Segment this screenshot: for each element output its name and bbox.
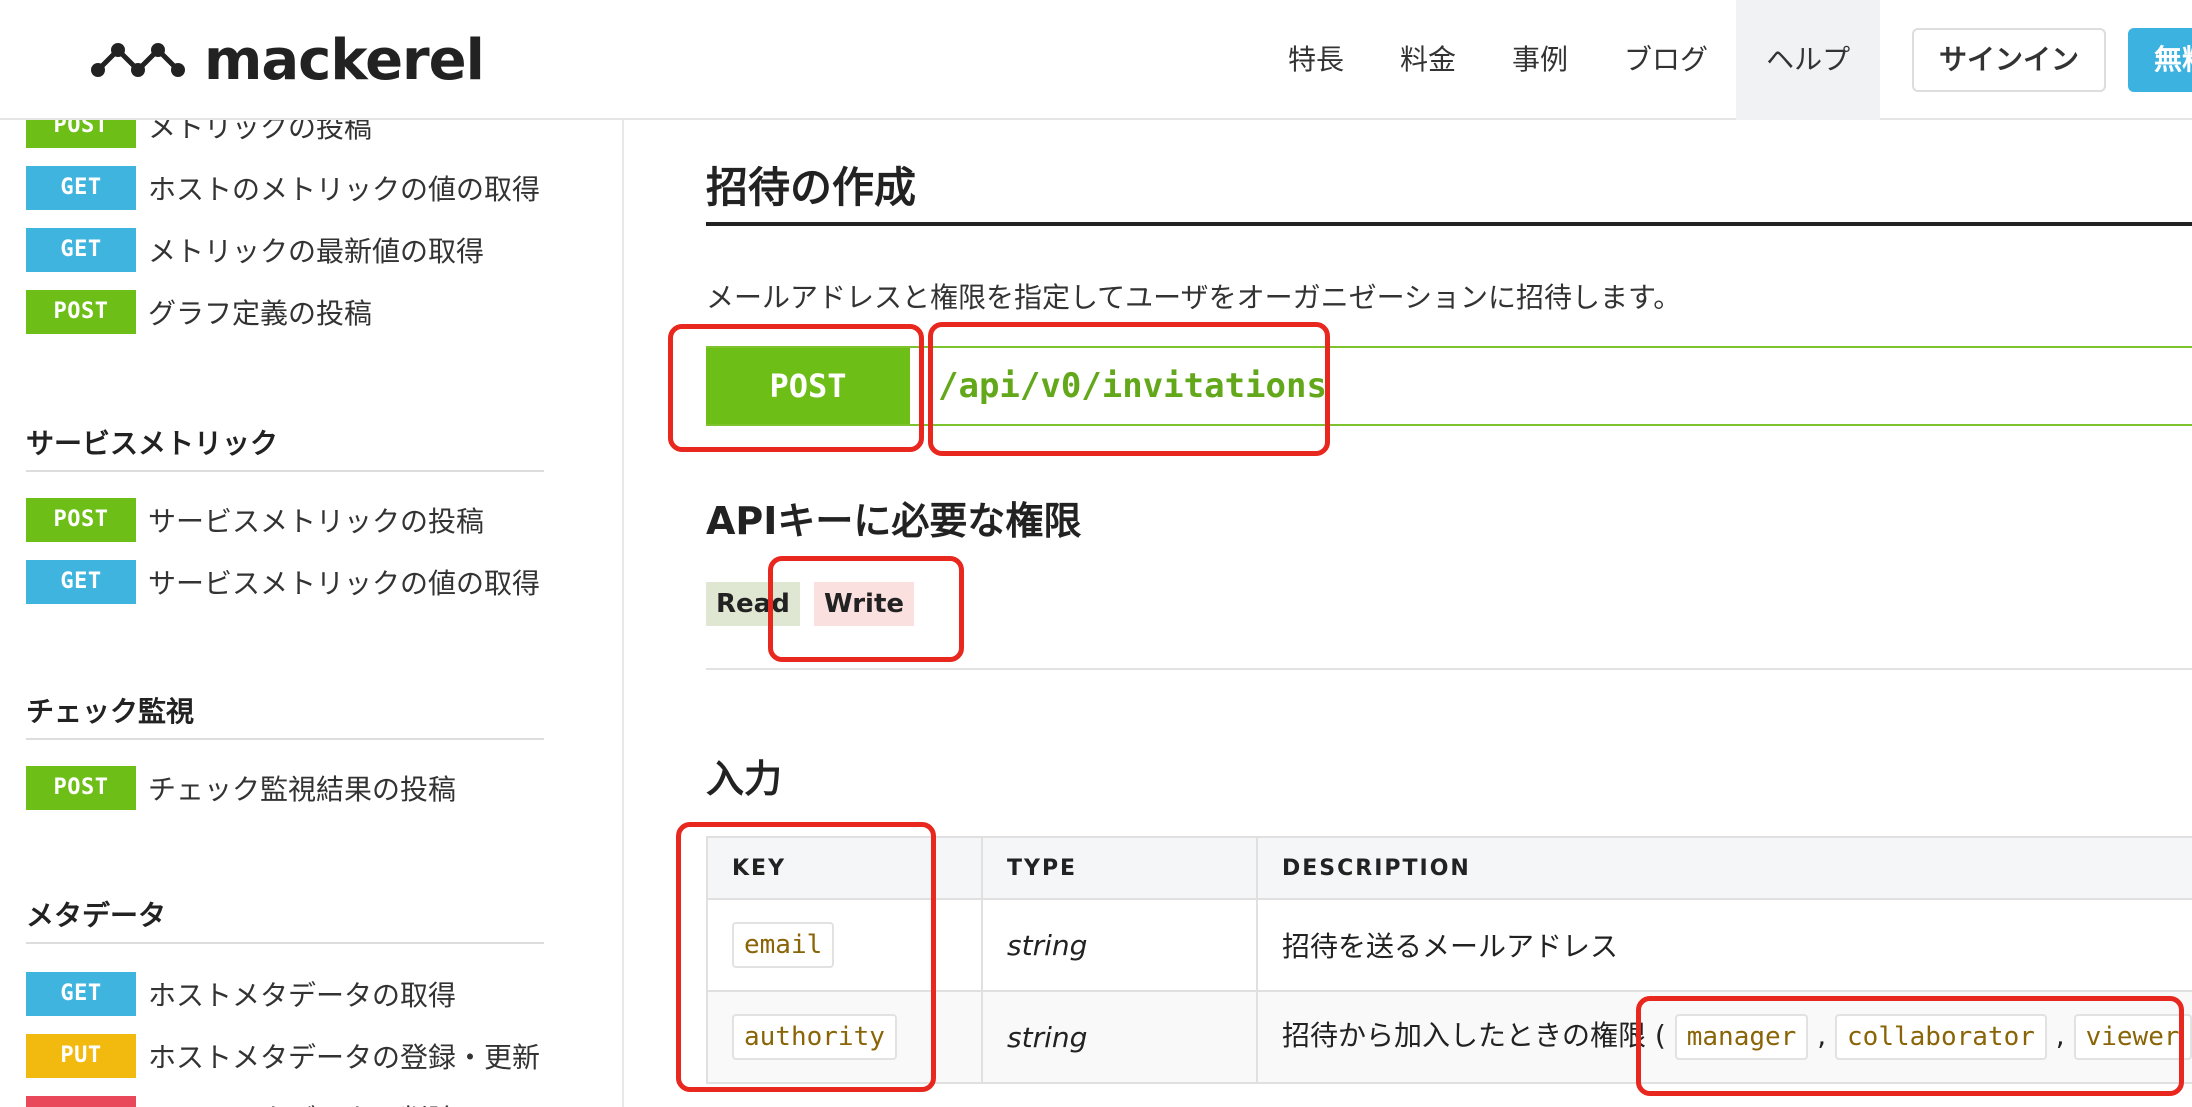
key-cell: authority <box>706 990 983 1084</box>
endpoint-path: /api/v0/invitations <box>938 366 1327 406</box>
table-row: email string 招待を送るメールアドレス <box>706 898 2192 992</box>
sidebar-item-get-latest-metrics[interactable]: GET メトリックの最新値の取得 <box>26 228 484 272</box>
sidebar-item-label: ホストメタデータの削除 <box>148 1098 456 1107</box>
input-table: KEY TYPE DESCRIPTION email string 招待を送るメ… <box>706 836 2192 1084</box>
key-code: authority <box>732 1014 897 1060</box>
sidebar-section-metadata: メタデータ <box>26 894 544 944</box>
nav-pricing[interactable]: 料金 <box>1372 0 1484 120</box>
input-heading: 入力 <box>706 757 783 801</box>
page-title: 招待の作成 <box>706 154 2192 226</box>
section-divider <box>706 668 2192 670</box>
key-code: email <box>732 922 835 968</box>
method-badge: POST <box>26 766 136 810</box>
sidebar-item-get-host-metadata[interactable]: GET ホストメタデータの取得 <box>26 972 456 1016</box>
column-header-type: TYPE <box>981 836 1258 900</box>
method-badge: PUT <box>26 1034 136 1078</box>
site-header: mackerel 特長 料金 事例 ブログ ヘルプ サインイン 無料 <box>0 0 2192 120</box>
signin-button[interactable]: サインイン <box>1912 28 2106 92</box>
column-header-description: DESCRIPTION <box>1256 836 2192 900</box>
table-header-row: KEY TYPE DESCRIPTION <box>706 836 2192 900</box>
signup-button[interactable]: 無料 <box>2128 28 2192 92</box>
logo-text: mackerel <box>204 27 485 93</box>
api-sidebar: POST メトリックの投稿 GET ホストのメトリックの値の取得 GET メトリ… <box>0 120 624 1107</box>
description-cell: 招待から加入したときの権限 ( manager , collaborator ,… <box>1256 990 2192 1084</box>
sidebar-item-label: メトリックの投稿 <box>148 120 373 144</box>
nav-help[interactable]: ヘルプ <box>1736 0 1881 120</box>
sidebar-item-label: ホストメタデータの登録・更新 <box>148 1041 541 1074</box>
sidebar-section-service-metrics: サービスメトリック <box>26 422 544 472</box>
sidebar-item-post-graph-defs[interactable]: POST グラフ定義の投稿 <box>26 290 372 334</box>
table-row: authority string 招待から加入したときの権限 ( manager… <box>706 990 2192 1084</box>
mackerel-logo-icon <box>91 43 185 77</box>
sidebar-item-get-service-metrics[interactable]: GET サービスメトリックの値の取得 <box>26 560 540 604</box>
type-cell: string <box>981 898 1258 992</box>
nav-blog[interactable]: ブログ <box>1596 0 1736 120</box>
sidebar-item-put-host-metadata[interactable]: PUT ホストメタデータの登録・更新 <box>26 1034 540 1078</box>
sidebar-item-label: ホストのメトリックの値の取得 <box>148 173 541 206</box>
paren-open: ( <box>1646 1019 1675 1052</box>
main-content: 招待の作成 メールアドレスと権限を指定してユーザをオーガニゼーションに招待します… <box>624 120 2192 1107</box>
method-badge: POST <box>26 120 136 148</box>
method-badge: GET <box>26 166 136 210</box>
sidebar-item-delete-host-metadata[interactable]: DELETE ホストメタデータの削除 <box>26 1096 456 1107</box>
permission-read-badge: Read <box>706 582 800 626</box>
comma-separator: , <box>1808 1019 1836 1052</box>
sidebar-item-label: チェック監視結果の投稿 <box>148 773 457 806</box>
method-badge: DELETE <box>26 1096 136 1107</box>
nav-cases[interactable]: 事例 <box>1484 0 1596 120</box>
sidebar-item-post-metrics[interactable]: POST メトリックの投稿 <box>26 120 372 148</box>
page-description: メールアドレスと権限を指定してユーザをオーガニゼーションに招待します。 <box>706 281 1682 314</box>
permission-write-badge: Write <box>814 582 915 626</box>
sidebar-item-label: グラフ定義の投稿 <box>148 297 373 330</box>
nav-features[interactable]: 特長 <box>1260 0 1372 120</box>
method-badge: POST <box>26 290 136 334</box>
sidebar-item-label: サービスメトリックの投稿 <box>148 505 485 538</box>
value-code: manager <box>1674 1014 1809 1060</box>
sidebar-item-label: サービスメトリックの値の取得 <box>148 567 541 600</box>
description-cell: 招待を送るメールアドレス <box>1256 898 2192 992</box>
comma-separator: , <box>2046 1019 2074 1052</box>
method-badge: GET <box>26 972 136 1016</box>
main-nav: 特長 料金 事例 ブログ ヘルプ <box>1260 0 1881 120</box>
sidebar-item-post-check-reports[interactable]: POST チェック監視結果の投稿 <box>26 766 456 810</box>
description-text: 招待から加入したときの権限 <box>1282 1019 1647 1052</box>
method-badge: POST <box>26 498 136 542</box>
value-code: viewer <box>2073 1014 2192 1060</box>
value-code: collaborator <box>1835 1014 2047 1060</box>
permissions-heading: APIキーに必要な権限 <box>706 499 1082 543</box>
endpoint-method: POST <box>706 348 910 424</box>
type-cell: string <box>981 990 1258 1084</box>
sidebar-section-check-monitoring: チェック監視 <box>26 690 544 740</box>
logo[interactable]: mackerel <box>90 27 485 93</box>
method-badge: GET <box>26 560 136 604</box>
sidebar-item-label: ホストメタデータの取得 <box>148 979 457 1012</box>
key-cell: email <box>706 898 983 992</box>
endpoint-bar: POST /api/v0/invitations <box>706 346 2192 426</box>
sidebar-item-get-host-metrics[interactable]: GET ホストのメトリックの値の取得 <box>26 166 540 210</box>
sidebar-item-post-service-metrics[interactable]: POST サービスメトリックの投稿 <box>26 498 484 542</box>
column-header-key: KEY <box>706 836 983 900</box>
method-badge: GET <box>26 228 136 272</box>
sidebar-item-label: メトリックの最新値の取得 <box>148 235 485 268</box>
